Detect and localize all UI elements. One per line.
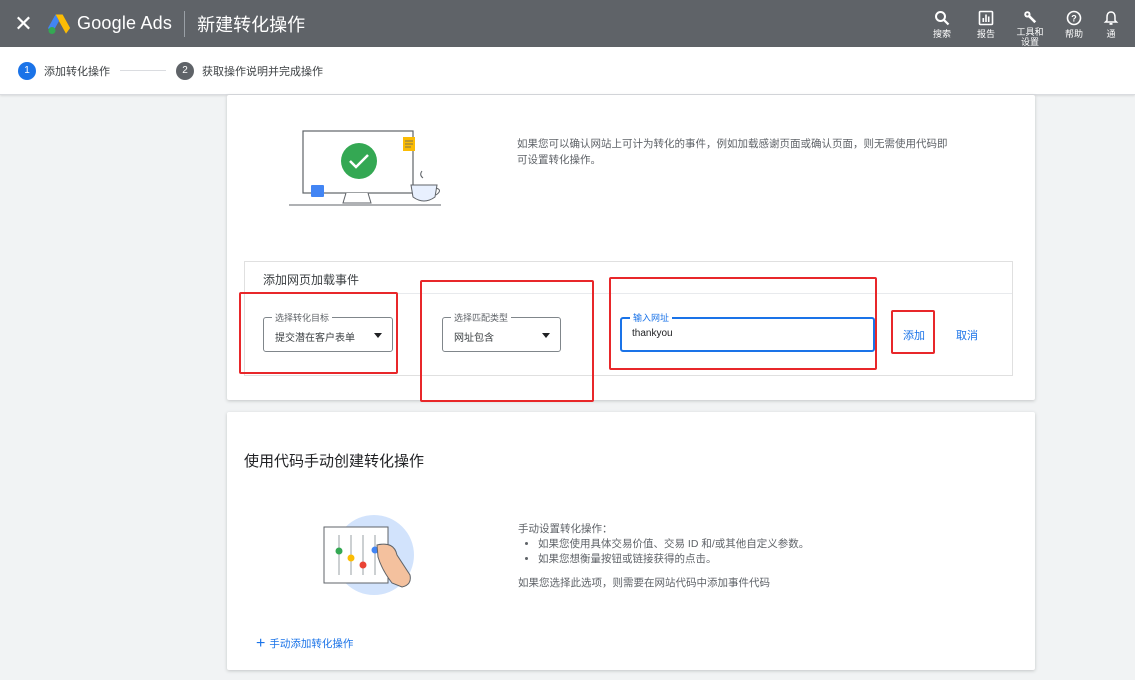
url-input-label: 输入网址: [630, 311, 673, 324]
add-manual-conversion-button[interactable]: + 手动添加转化操作: [256, 634, 354, 652]
tools-button[interactable]: 工具和设置: [1013, 0, 1047, 47]
tag-setup-illustration: [323, 515, 414, 595]
notifications-button[interactable]: 通: [1101, 0, 1121, 47]
svg-text:?: ?: [1071, 14, 1077, 24]
conversion-goal-value: 提交潜在客户表单: [275, 333, 355, 344]
close-icon[interactable]: ✕: [0, 0, 47, 47]
conversion-goal-select[interactable]: 选择转化目标 提交潜在客户表单: [263, 311, 393, 352]
step-2-number: 2: [176, 61, 194, 80]
step-connector: [120, 70, 166, 71]
page-load-event-box: 添加网页加载事件 选择转化目标 提交潜在客户表单 选择匹配类型 网址包含 输入网…: [244, 261, 1013, 376]
help-button[interactable]: ? 帮助: [1057, 0, 1091, 47]
url-input[interactable]: [632, 328, 852, 339]
manual-code-title: 使用代码手动创建转化操作: [244, 453, 425, 470]
reports-icon: [978, 10, 994, 26]
manual-link-label: 手动添加转化操作: [269, 638, 354, 650]
chevron-down-icon: [374, 333, 382, 338]
help-label: 帮助: [1064, 29, 1083, 39]
match-type-label: 选择匹配类型: [451, 311, 512, 324]
webpage-load-description: 如果您可以确认网站上可计为转化的事件，例如加载感谢页面或确认页面，则无需使用代码…: [517, 138, 948, 166]
search-label: 搜索: [932, 29, 951, 39]
tools-label: 工具和设置: [1016, 27, 1044, 47]
manual-setup-note: 如果您选择此选项，则需要在网站代码中添加事件代码: [518, 577, 770, 589]
event-separator: [245, 293, 1012, 294]
top-actions: 搜索 报告 工具和设置 ? 帮助 通: [915, 0, 1121, 47]
url-input-field[interactable]: 输入网址: [620, 311, 875, 352]
tools-icon: [1024, 11, 1037, 24]
search-button[interactable]: 搜索: [925, 0, 959, 47]
top-app-bar: ✕ Google Ads 新建转化操作 搜索 报告 工具和设置 ? 帮助 通: [0, 0, 1135, 47]
conversion-goal-label: 选择转化目标: [272, 311, 333, 324]
title-divider: [184, 10, 186, 37]
match-type-select[interactable]: 选择匹配类型 网址包含: [442, 311, 561, 352]
chevron-down-icon: [542, 333, 550, 338]
brand-name: Google Ads: [77, 13, 173, 33]
plus-icon: +: [256, 634, 266, 652]
cancel-button[interactable]: 取消: [956, 327, 978, 343]
page-title: 新建转化操作: [197, 14, 306, 35]
manual-code-card: 使用代码手动创建转化操作 手动设置转化操作： 如果您使用具体交易价值、交易 ID…: [227, 412, 1035, 670]
step-1-number: 1: [18, 61, 36, 80]
help-icon: ?: [1066, 10, 1082, 26]
google-ads-logo: [47, 13, 71, 35]
add-button[interactable]: 添加: [903, 327, 925, 343]
step-2-label: 获取操作说明并完成操作: [202, 65, 323, 78]
notifications-label: 通: [1106, 29, 1116, 39]
manual-bullet-item: 如果您使用具体交易价值、交易 ID 和/或其他自定义参数。: [538, 537, 809, 552]
reports-button[interactable]: 报告: [969, 0, 1003, 47]
manual-setup-info: 手动设置转化操作： 如果您使用具体交易价值、交易 ID 和/或其他自定义参数。 …: [518, 522, 809, 591]
manual-bullet-item: 如果您想衡量按钮或链接获得的点击。: [538, 552, 809, 567]
manual-setup-intro: 手动设置转化操作：: [518, 523, 613, 535]
step-2[interactable]: 2 获取操作说明并完成操作: [176, 61, 323, 80]
step-1[interactable]: 1 添加转化操作: [18, 61, 110, 80]
webpage-load-card: 如果您可以确认网站上可计为转化的事件，例如加载感谢页面或确认页面，则无需使用代码…: [227, 95, 1035, 400]
step-1-label: 添加转化操作: [44, 65, 110, 78]
search-icon: [935, 11, 950, 26]
match-type-value: 网址包含: [454, 333, 494, 344]
progress-stepper: 1 添加转化操作 2 获取操作说明并完成操作: [0, 47, 1135, 95]
monitor-illustration: [289, 130, 441, 206]
event-title: 添加网页加载事件: [263, 273, 360, 287]
reports-label: 报告: [976, 29, 995, 39]
bell-icon: [1103, 11, 1119, 25]
